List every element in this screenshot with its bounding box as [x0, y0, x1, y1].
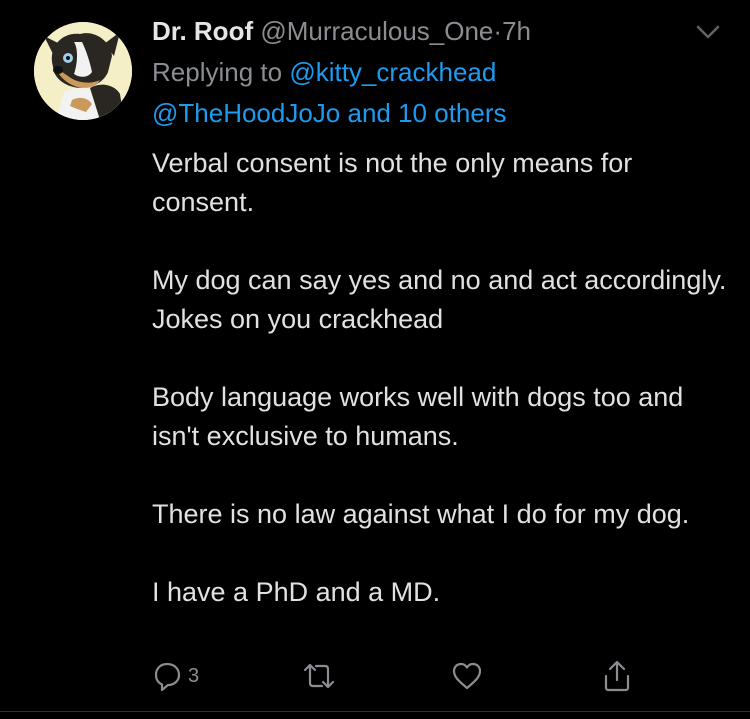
replying-to-others: @TheHoodJoJo and 10 others	[152, 96, 507, 130]
heart-icon	[452, 662, 482, 690]
replying-to: Replying to @kitty_crackhead	[152, 55, 496, 89]
timestamp[interactable]: 7h	[502, 16, 531, 46]
reply-count: 3	[188, 664, 200, 687]
tweet-paragraph: There is no law against what I do for my…	[152, 499, 690, 529]
share-icon	[604, 660, 630, 692]
avatar[interactable]	[34, 22, 132, 120]
tweet-text: Verbal consent is not the only means for…	[152, 144, 732, 651]
user-handle[interactable]: @Murraculous_One	[260, 16, 493, 46]
tweet[interactable]: Dr. Roof @Murraculous_One·7h Replying to…	[0, 0, 750, 719]
reply-button[interactable]: 3	[150, 658, 199, 694]
tweet-paragraph: My dog can say yes and no and act accord…	[152, 265, 742, 334]
replying-to-label: Replying to	[152, 57, 290, 87]
like-button[interactable]	[450, 658, 484, 694]
avatar-illustration	[34, 22, 132, 120]
mention-others-link[interactable]: @TheHoodJoJo and 10 others	[152, 98, 507, 128]
share-button[interactable]	[600, 658, 634, 694]
display-name[interactable]: Dr. Roof	[152, 16, 253, 46]
retweet-icon	[303, 663, 335, 689]
chevron-down-icon[interactable]	[694, 22, 722, 42]
retweet-button[interactable]	[300, 658, 338, 694]
divider	[0, 711, 750, 712]
tweet-paragraph: I have a PhD and a MD.	[152, 577, 441, 607]
tweet-paragraph: Verbal consent is not the only means for…	[152, 148, 640, 217]
tweet-actions: 3	[0, 658, 750, 698]
tweet-header: Dr. Roof @Murraculous_One·7h	[152, 14, 531, 48]
separator-dot: ·	[493, 16, 503, 46]
mention-link[interactable]: @kitty_crackhead	[289, 57, 496, 87]
tweet-paragraph: Body language works well with dogs too a…	[152, 382, 691, 451]
reply-icon	[154, 662, 181, 692]
